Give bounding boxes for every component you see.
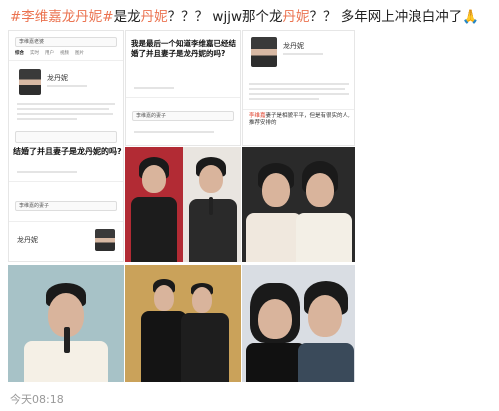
question-text: 结婚了并且妻子是龙丹妮的吗? (13, 147, 122, 156)
search-input: 李维嘉的妻子 (132, 111, 234, 121)
profile-photo (19, 69, 41, 95)
image-search-screenshot-3[interactable]: 龙丹妮 李维嘉妻子是相貌平平，但是有很实的人,推荐安排的 (242, 30, 355, 146)
highlight-text: 丹妮 (140, 9, 168, 25)
post-text-part: 是龙 (113, 9, 141, 25)
image-photo-6[interactable] (8, 265, 124, 382)
profile-name: 龙丹妮 (47, 74, 68, 82)
image-search-screenshot-2[interactable]: 我是最后一个知道李维嘉已经结婚了并且妻子是龙丹妮的吗? 李维嘉的妻子 (125, 30, 241, 146)
question-text: 我是最后一个知道李维嘉已经结婚了并且妻子是龙丹妮的吗? (131, 39, 236, 58)
tab-users: 用户 (45, 51, 54, 56)
post-text: #李维嘉龙丹妮#是龙丹妮？？？ wjjw那个龙丹妮？？ 多年网上冲浪白冲了🙏 (10, 6, 495, 28)
image-photo-8[interactable] (242, 265, 355, 382)
profile-photo (95, 229, 115, 251)
hashtag-link[interactable]: #李维嘉龙丹妮# (10, 9, 114, 25)
image-photo-5[interactable] (242, 147, 355, 262)
tab-video: 视频 (60, 51, 69, 56)
search-tabs: 综合 实时 用户 视频 图片 (15, 50, 117, 57)
post-text-part: ？？？ wjjw那个龙 (167, 9, 283, 25)
profile-name: 龙丹妮 (283, 42, 304, 50)
profile-name: 龙丹妮 (17, 236, 38, 244)
tab-realtime: 实时 (30, 51, 39, 56)
search-input (15, 131, 117, 143)
profile-photo (251, 37, 277, 67)
tab-all: 综合 (15, 51, 24, 56)
image-search-screenshot-1[interactable]: 李维嘉老婆 综合 实时 用户 视频 图片 龙丹妮 结婚了并且妻子是龙丹妮的吗? … (8, 30, 124, 262)
image-grid: 李维嘉老婆 综合 实时 用户 视频 图片 龙丹妮 结婚了并且妻子是龙丹妮的吗? … (8, 30, 355, 382)
image-photo-7[interactable] (125, 265, 241, 382)
search-input: 李维嘉老婆 (15, 37, 117, 47)
weibo-post: #李维嘉龙丹妮#是龙丹妮？？？ wjjw那个龙丹妮？？ 多年网上冲浪白冲了🙏 李… (0, 0, 499, 411)
post-timestamp: 今天08:18 (10, 393, 64, 406)
post-text-part: ？？ 多年网上冲浪白冲了 (309, 9, 463, 25)
search-input: 李维嘉的妻子 (15, 201, 117, 211)
answer-text: 李维嘉妻子是相貌平平，但是有很实的人,推荐安排的 (249, 113, 350, 126)
highlight-text: 丹妮 (282, 9, 310, 25)
tab-images: 图片 (75, 51, 84, 56)
image-photo-4[interactable] (125, 147, 241, 262)
pray-emoji-icon: 🙏 (462, 9, 480, 25)
